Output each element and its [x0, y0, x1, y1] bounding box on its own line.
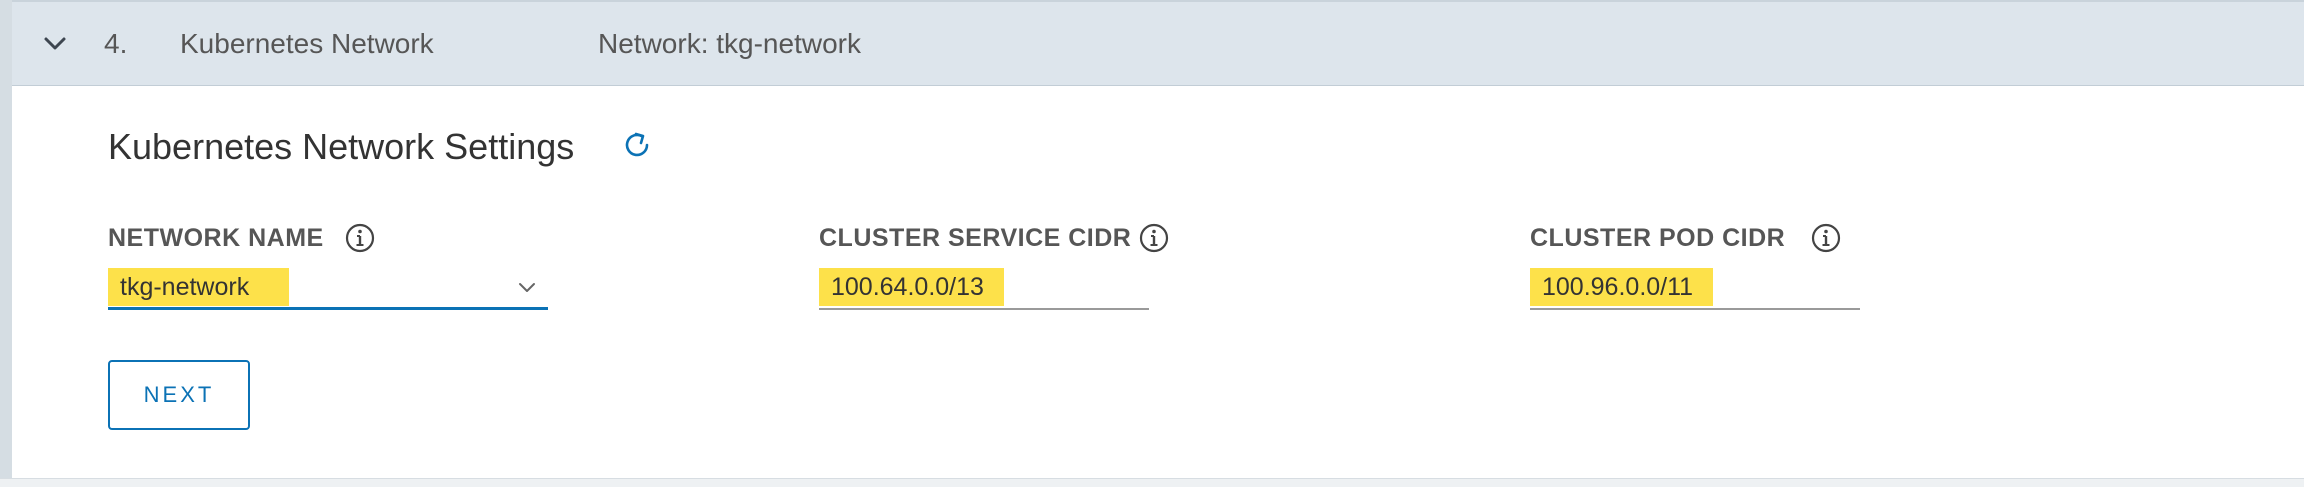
- left-border: [0, 0, 12, 486]
- chevron-down-icon[interactable]: [40, 28, 70, 58]
- next-button[interactable]: NEXT: [108, 360, 250, 430]
- cluster-pod-cidr-label: CLUSTER POD CIDR: [1530, 224, 1786, 252]
- step-header[interactable]: 4. Kubernetes Network Network: tkg-netwo…: [12, 0, 2304, 86]
- info-icon[interactable]: [1138, 222, 1170, 254]
- network-name-label: NETWORK NAME: [108, 224, 324, 252]
- step-title: Kubernetes Network: [180, 28, 434, 59]
- step-content: Kubernetes Network Settings NETWORK NAME…: [12, 86, 2304, 478]
- cluster-service-cidr-label: CLUSTER SERVICE CIDR: [819, 224, 1132, 252]
- network-name-select[interactable]: tkg-network: [108, 266, 548, 310]
- info-icon[interactable]: [1810, 222, 1842, 254]
- step-number: 4.: [104, 28, 128, 59]
- network-name-value: tkg-network: [108, 268, 290, 306]
- refresh-icon[interactable]: [620, 128, 654, 162]
- chevron-down-icon: [516, 276, 538, 298]
- cluster-service-cidr-input[interactable]: 100.64.0.0/13: [819, 266, 1149, 310]
- wizard-page: 4. Kubernetes Network Network: tkg-netwo…: [0, 0, 2304, 487]
- cluster-pod-cidr-value: 100.96.0.0/11: [1530, 268, 1714, 306]
- section-title: Kubernetes Network Settings: [108, 126, 575, 167]
- info-icon[interactable]: [344, 222, 376, 254]
- step-summary: Network: tkg-network: [598, 28, 861, 59]
- cluster-pod-cidr-input[interactable]: 100.96.0.0/11: [1530, 266, 1860, 310]
- cluster-service-cidr-value: 100.64.0.0/13: [819, 268, 1004, 306]
